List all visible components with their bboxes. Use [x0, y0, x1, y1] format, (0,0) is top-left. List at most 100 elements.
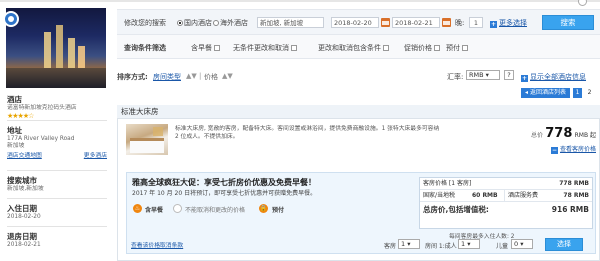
sort-price-arrows[interactable]: ▲▼ — [222, 72, 233, 80]
hotel-photo[interactable] — [6, 8, 106, 88]
hotel-map-link[interactable]: 酒店交通地图 — [7, 150, 42, 159]
filter-breakfast-checkbox[interactable] — [214, 45, 220, 51]
divider — [7, 226, 107, 227]
sort-bar: 排序方式: 房间类型 ▲▼ | 价格 ▲▼ 汇率: RMB ▾ ? + 显示全部酒… — [117, 70, 600, 82]
rooms-select[interactable]: 1 ▾ — [398, 239, 420, 249]
adults-select[interactable]: 1 ▾ — [458, 239, 480, 249]
address-line2: 新加坡 — [7, 143, 25, 149]
filter-cond-cancel-label: 更改和取消包含条件 — [318, 44, 381, 52]
total-row: 总房价,包括增值税: 916 RMB — [420, 202, 592, 218]
filter-prepay-checkbox[interactable] — [462, 45, 468, 51]
rooms-value: 1 — [401, 240, 406, 248]
help-icon[interactable]: ? — [504, 70, 514, 80]
photo-water — [6, 68, 106, 88]
radio-domestic[interactable]: 国内酒店 — [177, 18, 212, 28]
price-table: 客房价格 [1 客房] 778 RMB 国家/当地税 60 RMB 酒店服务费 … — [419, 177, 593, 229]
room-currency: RMB 起 — [574, 132, 596, 139]
hotel-sidebar: 酒店 诺富特新加坡克拉码头酒店 ★★★★☆ 地址 177A River Vall… — [0, 8, 111, 261]
lock-icon: 🔒 — [259, 204, 268, 213]
top-circle-control[interactable] — [578, 0, 587, 6]
adults-value: 1 — [461, 240, 466, 248]
tax-row: 国家/当地税 60 RMB 酒店服务费 78 RMB — [420, 190, 592, 202]
children-select[interactable]: 0 ▾ — [511, 239, 533, 249]
nights-input[interactable]: 1 — [469, 17, 483, 28]
radio-domestic-label: 国内酒店 — [184, 19, 212, 27]
address-heading: 地址 — [7, 126, 22, 135]
checkin-info: 入住日期 2018-02-20 — [7, 203, 107, 221]
filter-label: 查询条件筛选 — [124, 44, 166, 52]
sort-price[interactable]: 价格 — [204, 72, 218, 82]
terms-link[interactable]: 查看该价格取消条款 — [131, 240, 183, 249]
checkout-heading: 退房日期 — [7, 232, 37, 241]
photo-tower — [78, 46, 85, 70]
radio-overseas-label: 海外酒店 — [220, 19, 248, 27]
room-price-row: 客房价格 [1 客房] 778 RMB — [420, 178, 592, 190]
checkin-heading: 入住日期 — [7, 204, 37, 213]
address-info: 地址 177A River Valley Road 新加坡 酒店交通地图 更多酒… — [7, 125, 107, 159]
back-to-list-label: 返回酒店列表 — [529, 89, 566, 96]
hotel-name: 诺富特新加坡克拉码头酒店 — [7, 105, 77, 111]
tag-noncancel: 不能取消和更改的价格 — [185, 207, 246, 214]
filter-prepay[interactable]: 预付 — [446, 43, 468, 53]
city-input[interactable]: 新加坡, 新加坡 — [257, 17, 324, 28]
more-options[interactable]: + 更多选择 — [490, 18, 527, 28]
radio-overseas-icon — [213, 20, 219, 26]
filter-promo-label: 促销价格 — [404, 44, 432, 52]
view-rate-link[interactable]: 查看客房价格 — [560, 146, 596, 153]
filter-bar: 查询条件筛选 含早餐 无条件更改和取消 更改和取消包含条件 促销价格 预付 — [117, 35, 600, 59]
room-title: 标准大床房 — [117, 105, 600, 119]
radio-overseas[interactable]: 海外酒店 — [213, 18, 248, 28]
checkin-value: 2018-02-20 — [7, 214, 41, 220]
calendar-icon[interactable] — [381, 18, 390, 27]
filter-breakfast[interactable]: 含早餐 — [191, 43, 220, 53]
page-2[interactable]: 2 — [585, 88, 594, 98]
room-photo[interactable] — [126, 124, 168, 155]
promo-subtitle: 2017 年 10 月 20 日将预订，即可享受七折优惠并可获赠免费早餐。 — [132, 190, 317, 197]
filter-free-cancel[interactable]: 无条件更改和取消 — [233, 43, 297, 53]
total-label: 总价 — [531, 132, 544, 139]
sort-room-type-arrows[interactable]: ▲▼ | — [186, 72, 201, 80]
more-options-link[interactable]: 更多选择 — [499, 19, 527, 27]
tag-prepay: 预付 — [272, 207, 285, 214]
filter-promo-checkbox[interactable] — [434, 45, 440, 51]
room-price-block: 总价 778 RMB 起 − 查看客房价格 — [506, 126, 596, 154]
filter-breakfast-label: 含早餐 — [191, 44, 212, 52]
filter-cond-cancel-checkbox[interactable] — [383, 45, 389, 51]
view-rate[interactable]: − 查看客房价格 — [506, 144, 596, 154]
checkout-input[interactable]: 2018-02-21 — [392, 17, 440, 28]
currency-label: 汇率: — [447, 73, 464, 81]
minus-icon: − — [550, 147, 558, 154]
more-hotels-link[interactable]: 更多酒店 — [84, 150, 107, 159]
children-value: 0 — [514, 240, 519, 248]
divider — [7, 198, 107, 199]
promo-title: 雅高全球疯狂大促：享受七折房价优惠及免费早餐！ — [132, 178, 316, 187]
photo-tower — [56, 25, 63, 70]
photo-tower — [68, 38, 75, 70]
filter-promo[interactable]: 促销价格 — [404, 43, 440, 53]
plus-icon: + — [521, 75, 528, 82]
service-label: 酒店服务费 — [504, 190, 538, 202]
select-button[interactable]: 选择 — [545, 238, 583, 251]
search-button[interactable]: 搜索 — [542, 15, 594, 30]
room-price: 778 — [545, 126, 573, 141]
filter-cond-cancel[interactable]: 更改和取消包含条件 — [318, 43, 389, 53]
tax-label: 国家/当地税 — [423, 192, 456, 199]
noncancel-icon — [173, 204, 182, 213]
back-to-list-button[interactable]: ◂ 返回酒店列表 — [521, 88, 570, 98]
address-line1: 177A River Valley Road — [7, 136, 75, 142]
plus-icon: + — [490, 21, 497, 28]
checkin-input[interactable]: 2018-02-20 — [331, 17, 379, 28]
checkout-info: 退房日期 2018-02-21 — [7, 231, 107, 249]
show-all-info[interactable]: + 显示全部酒店信息 — [521, 72, 586, 82]
calendar-icon[interactable] — [442, 18, 451, 27]
city-value: 新加坡,新加坡 — [7, 186, 44, 192]
sort-label: 排序方式: — [117, 73, 148, 81]
currency-select[interactable]: RMB ▾ — [466, 70, 500, 80]
hotel-info: 酒店 诺富特新加坡克拉码头酒店 ★★★★☆ — [7, 94, 107, 120]
filter-free-cancel-checkbox[interactable] — [291, 45, 297, 51]
sort-room-type[interactable]: 房间类型 — [153, 72, 181, 82]
show-all-link[interactable]: 显示全部酒店信息 — [530, 73, 586, 81]
page-1[interactable]: 1 — [573, 88, 582, 98]
divider — [7, 120, 107, 121]
search-label: 修改您的搜索 — [124, 19, 166, 27]
